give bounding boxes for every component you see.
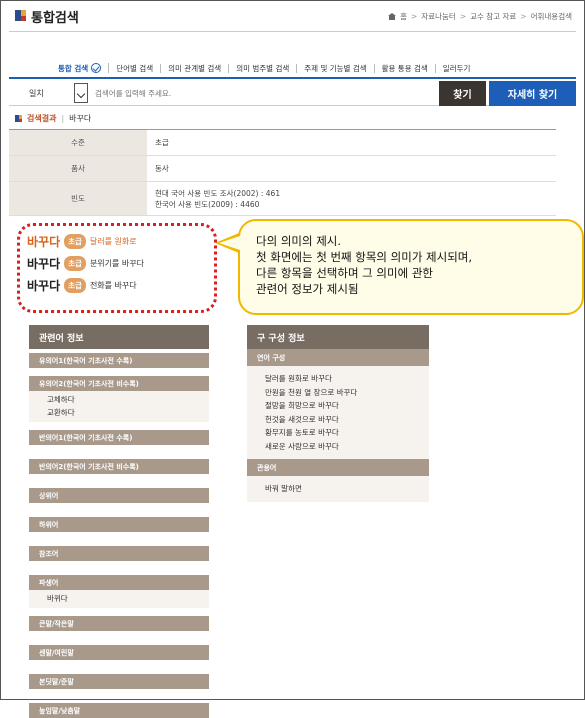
sense-meaning: 전화를 바꾸다 <box>89 281 137 290</box>
info-value: 초급 <box>155 138 169 147</box>
chevron-down-icon[interactable] <box>74 83 88 103</box>
header-divider <box>9 31 576 32</box>
breadcrumb: 홈 > 자료나눔터 > 교수 참고 자료 > 어휘내용검색 <box>388 11 572 22</box>
list-item[interactable]: 황무지를 농토로 바꾸다 <box>265 426 429 440</box>
tab-semantic-relation-search[interactable]: 의미 관계별 검색 <box>161 63 230 73</box>
related-section-full-short[interactable]: 본딧말/준말 <box>29 674 209 689</box>
sense-item[interactable]: 바꾸다 초급 분위기를 바꾸다 <box>27 255 144 272</box>
sense-word: 바꾸다 <box>27 279 61 293</box>
tab-topic-function-search[interactable]: 주제 및 기능별 검색 <box>297 63 375 73</box>
header: 통합검색 홈 > 자료나눔터 > 교수 참고 자료 > 어휘내용검색 <box>9 5 576 31</box>
search-tabs: 통합 검색 단어별 검색 의미 관계별 검색 의미 범주별 검색 주제 및 기능… <box>51 61 551 75</box>
page-frame: 통합검색 홈 > 자료나눔터 > 교수 참고 자료 > 어휘내용검색 통합 검색… <box>0 0 585 718</box>
level-badge: 초급 <box>64 234 86 249</box>
home-icon[interactable] <box>388 13 397 20</box>
callout-line: 다른 항목을 선택하며 그 의미에 관한 <box>256 266 433 280</box>
sense-meaning: 분위기를 바꾸다 <box>89 259 144 268</box>
related-section-synonym1[interactable]: 유의어1(한국어 기초사전 수록) <box>29 353 209 368</box>
idiom-items: 바꿔 말하면 <box>247 476 429 502</box>
related-words-title: 관련어 정보 <box>29 325 209 349</box>
callout-line: 다의 의미의 제시. <box>256 234 342 248</box>
result-heading: 검색결과 | 바꾸다 <box>15 113 91 124</box>
phrase-section-collocation: 연어 구성 <box>247 349 429 366</box>
related-section-reference[interactable]: 참조어 <box>29 546 209 561</box>
sense-item[interactable]: 바꾸다 초급 달러를 원화로 <box>27 233 137 250</box>
list-item[interactable]: 고체하다 <box>47 393 209 406</box>
sense-word: 바꾸다 <box>27 235 61 249</box>
info-key: 품사 <box>9 156 147 181</box>
info-row-frequency: 빈도 현대 국어 사용 빈도 조사(2002) : 461 한국어 사용 빈도(… <box>9 182 556 216</box>
callout-line: 관련어 정보가 제시됨 <box>256 282 359 296</box>
word-info-table: 수준 초급 품사 동사 빈도 현대 국어 사용 빈도 조사(2002) : 46… <box>9 129 556 216</box>
tab-semantic-category-search[interactable]: 의미 범주별 검색 <box>229 63 298 73</box>
phrase-info-title: 구 구성 정보 <box>247 325 429 349</box>
info-row-pos: 품사 동사 <box>9 156 556 182</box>
related-section-synonym2[interactable]: 유의어2(한국어 기초사전 비수록) <box>29 376 209 391</box>
list-item[interactable]: 바뀌다 <box>47 592 209 605</box>
find-button[interactable]: 찾기 <box>439 81 486 106</box>
page-title: 통합검색 <box>31 11 79 26</box>
breadcrumb-home[interactable]: 홈 <box>400 11 407 22</box>
related-section-big-small[interactable]: 큰말/작은말 <box>29 616 209 631</box>
search-bar: 일치 찾기 자세히 찾기 <box>9 81 576 106</box>
callout-note: 다의 의미의 제시. 첫 화면에는 첫 번째 항목의 의미가 제시되며, 다른 … <box>238 219 584 315</box>
tab-word-search[interactable]: 단어별 검색 <box>109 63 162 73</box>
search-input[interactable] <box>95 83 435 103</box>
callout-line: 첫 화면에는 첫 번째 항목의 의미가 제시되며, <box>256 250 473 264</box>
breadcrumb-separator-icon: > <box>459 12 467 21</box>
level-badge: 초급 <box>64 278 86 293</box>
list-item[interactable]: 헌것을 새것으로 바꾸다 <box>265 413 429 427</box>
tab-conjugation-search[interactable]: 활용 통용 검색 <box>375 63 436 73</box>
breadcrumb-item[interactable]: 자료나눔터 <box>421 11 456 22</box>
callout-pointer-fill <box>219 236 240 250</box>
info-row-level: 수준 초급 <box>9 130 556 156</box>
level-badge: 초급 <box>64 256 86 271</box>
info-value: 동사 <box>155 164 169 173</box>
breadcrumb-item[interactable]: 교수 참고 자료 <box>470 11 516 22</box>
breadcrumb-separator-icon: > <box>520 12 527 21</box>
info-value: 한국어 사용 빈도(2009) : 4460 <box>155 199 260 209</box>
info-value: 현대 국어 사용 빈도 조사(2002) : 461 <box>155 188 281 198</box>
collocation-items: 달러를 원화로 바꾸다 만원을 천원 열 장으로 바꾸다 절망을 희망으로 바꾸… <box>247 366 429 459</box>
info-key: 수준 <box>9 130 147 155</box>
list-item[interactable]: 달러를 원화로 바꾸다 <box>265 372 429 386</box>
related-section-honorific[interactable]: 높임말/낮춤말 <box>29 703 209 718</box>
result-label: 검색결과 <box>27 114 57 123</box>
related-section-strong-weak[interactable]: 센말/여린말 <box>29 645 209 660</box>
logo-icon <box>15 10 26 21</box>
sense-word: 바꾸다 <box>27 257 61 271</box>
list-item[interactable]: 교환하다 <box>47 406 209 419</box>
related-items: 바뀌다 <box>29 590 209 608</box>
tab-underline <box>9 77 576 79</box>
sense-item[interactable]: 바꾸다 초급 전화를 바꾸다 <box>27 277 137 294</box>
related-section-derivative[interactable]: 파생어 <box>29 575 209 590</box>
result-divider: | <box>61 114 65 123</box>
related-section-antonym1[interactable]: 반의어1(한국어 기초사전 수록) <box>29 430 209 445</box>
phrase-info-panel: 구 구성 정보 연어 구성 달러를 원화로 바꾸다 만원을 천원 열 장으로 바… <box>247 325 429 502</box>
related-words-panel: 관련어 정보 유의어1(한국어 기초사전 수록) 유의어2(한국어 기초사전 비… <box>29 325 209 718</box>
list-item[interactable]: 만원을 천원 열 장으로 바꾸다 <box>265 386 429 400</box>
result-bullet-icon <box>15 115 22 122</box>
tab-guide[interactable]: 일러두기 <box>436 64 478 73</box>
related-section-hypernym[interactable]: 상위어 <box>29 488 209 503</box>
related-items: 고체하다 교환하다 <box>29 391 209 422</box>
match-select-value[interactable]: 일치 <box>29 88 44 99</box>
related-section-hyponym[interactable]: 하위어 <box>29 517 209 532</box>
list-item[interactable]: 바꿔 말하면 <box>265 482 429 496</box>
info-key: 빈도 <box>9 182 147 215</box>
detailed-search-button[interactable]: 자세히 찾기 <box>489 81 576 106</box>
check-circle-icon <box>91 63 102 73</box>
tab-integrated-search[interactable]: 통합 검색 <box>51 63 110 73</box>
result-word: 바꾸다 <box>69 114 92 123</box>
sense-meaning: 달러를 원화로 <box>89 237 137 246</box>
phrase-section-idiom: 관용어 <box>247 459 429 476</box>
related-section-antonym2[interactable]: 반의어2(한국어 기초사전 비수록) <box>29 459 209 474</box>
breadcrumb-item[interactable]: 어휘내용검색 <box>531 11 572 22</box>
list-item[interactable]: 새로운 사람으로 바꾸다 <box>265 440 429 454</box>
list-item[interactable]: 절망을 희망으로 바꾸다 <box>265 399 429 413</box>
breadcrumb-separator-icon: > <box>411 12 418 21</box>
